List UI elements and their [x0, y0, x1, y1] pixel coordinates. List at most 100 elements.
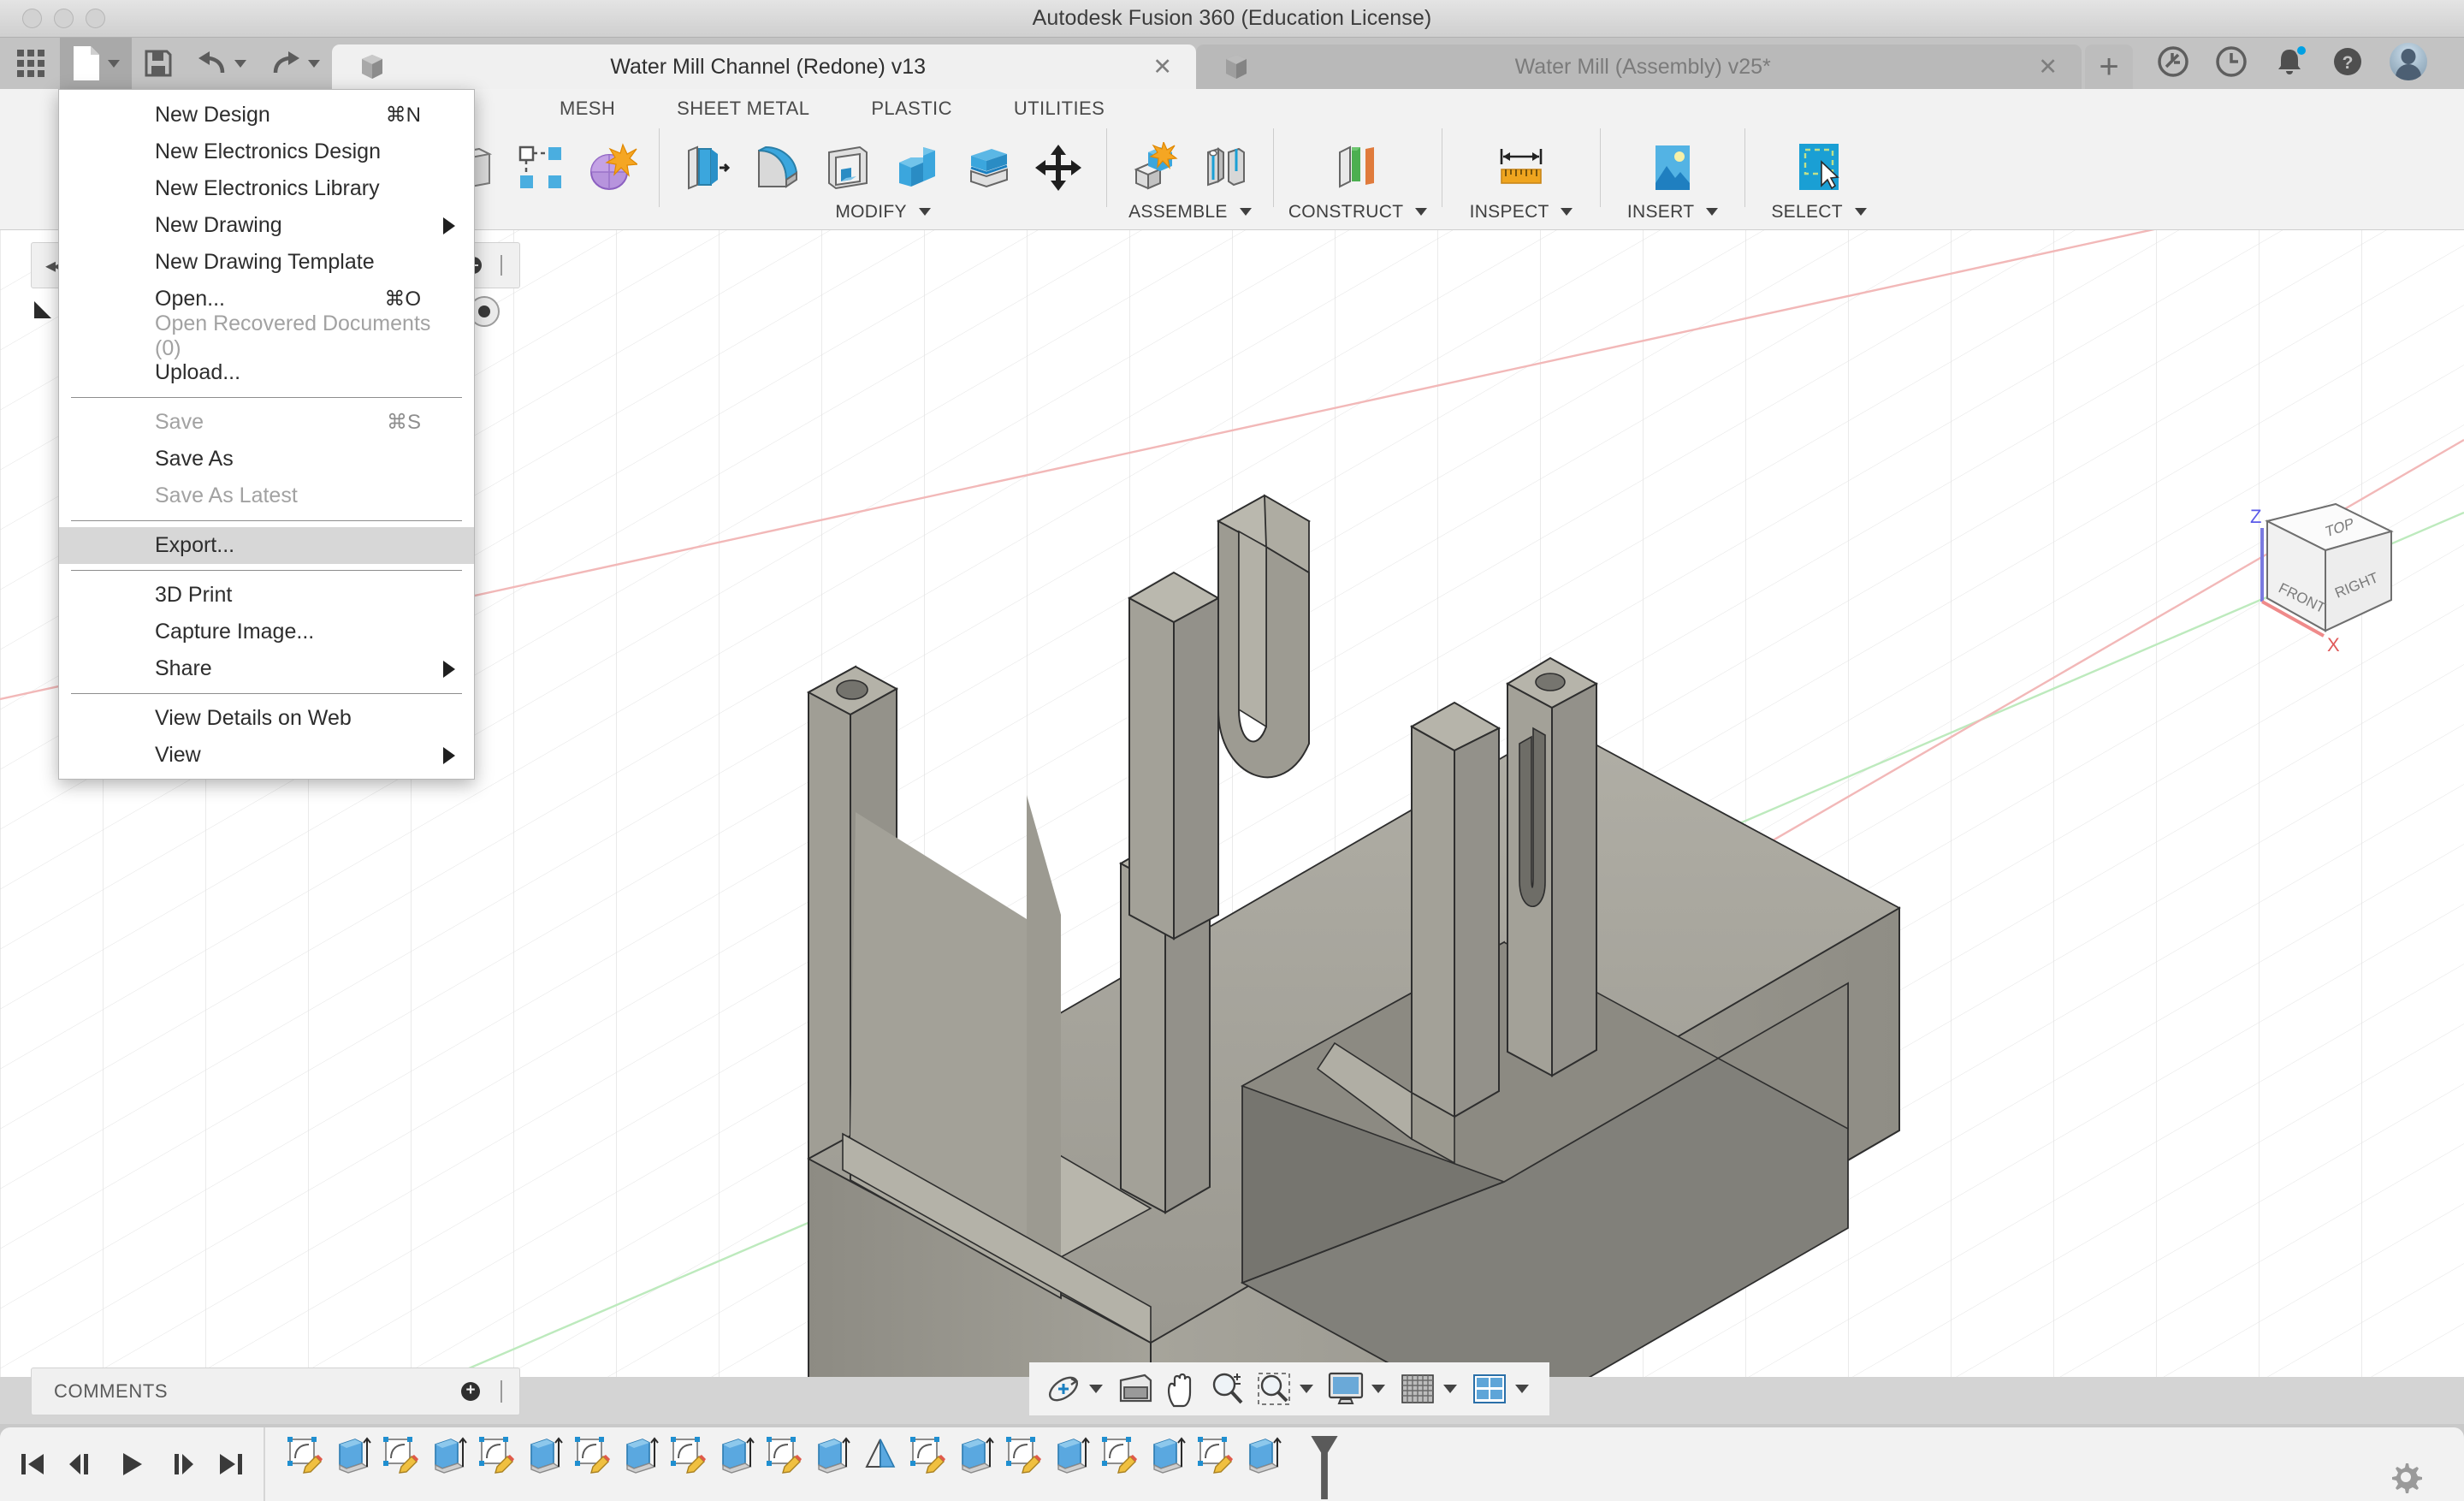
menu-item-share[interactable]: Share	[59, 650, 474, 687]
timeline-feature-sketch[interactable]	[281, 1427, 329, 1501]
timeline-feature-sketch[interactable]	[472, 1427, 520, 1501]
help-icon[interactable]: ?	[2331, 45, 2364, 78]
timeline-feature-sketch[interactable]	[664, 1427, 712, 1501]
insert-image-icon[interactable]	[1640, 134, 1705, 201]
zoom-window-icon[interactable]	[1252, 1367, 1296, 1411]
menu-item-new-drawing-template[interactable]: New Drawing Template	[59, 244, 474, 281]
step-back-icon[interactable]	[62, 1444, 103, 1485]
undo-button[interactable]	[185, 38, 258, 89]
display-dropdown-icon[interactable]	[1371, 1385, 1385, 1393]
comments-panel[interactable]: COMMENTS +	[31, 1368, 520, 1415]
timeline-feature-extrude[interactable]	[329, 1427, 376, 1501]
orbit-icon[interactable]	[1041, 1367, 1086, 1411]
menu-item-save-as[interactable]: Save As	[59, 441, 474, 478]
unfold-icon[interactable]	[745, 134, 810, 201]
notifications-icon[interactable]	[2273, 44, 2307, 78]
display-settings-icon[interactable]	[1324, 1367, 1368, 1411]
shell-icon[interactable]	[815, 134, 880, 201]
inspect-group-label[interactable]: INSPECT	[1446, 202, 1596, 222]
user-avatar[interactable]	[2390, 43, 2427, 80]
comments-resize-handle[interactable]	[500, 1380, 502, 1403]
save-button[interactable]	[132, 38, 185, 89]
viewports-dropdown-icon[interactable]	[1515, 1385, 1529, 1393]
measure-icon[interactable]	[1489, 134, 1554, 201]
new-file-button[interactable]	[60, 38, 132, 89]
grid-dropdown-icon[interactable]	[1443, 1385, 1457, 1393]
menu-item-export[interactable]: Export...	[59, 527, 474, 564]
jump-start-icon[interactable]	[12, 1444, 53, 1485]
timeline-feature-extrude[interactable]	[616, 1427, 664, 1501]
menu-item-view[interactable]: View	[59, 737, 474, 774]
tab-sheet-metal[interactable]: SHEET METAL	[646, 98, 840, 120]
new-tab-button[interactable]: +	[2085, 44, 2133, 89]
jump-end-icon[interactable]	[210, 1444, 252, 1485]
zoom-dropdown-icon[interactable]	[1300, 1385, 1313, 1393]
timeline-feature-extrude[interactable]	[951, 1427, 999, 1501]
offset-face-icon[interactable]	[956, 134, 1021, 201]
file-dropdown-menu[interactable]: New Design ⌘N New Electronics Design New…	[58, 89, 475, 780]
extensions-icon[interactable]	[2157, 45, 2189, 78]
view-cube[interactable]: TOP FRONT RIGHT Z X	[2224, 487, 2430, 675]
timeline-feature-sketch[interactable]	[903, 1427, 951, 1501]
tab-mesh[interactable]: MESH	[529, 98, 646, 120]
timeline-feature-extrude[interactable]	[712, 1427, 760, 1501]
select-window-icon[interactable]	[1786, 134, 1851, 201]
redo-button[interactable]	[258, 38, 332, 89]
tab-plastic[interactable]: PLASTIC	[840, 98, 983, 120]
timeline-feature-extrude[interactable]	[424, 1427, 472, 1501]
joint-icon[interactable]	[1193, 134, 1258, 201]
timeline-feature-sketch[interactable]	[1191, 1427, 1239, 1501]
insert-group-label[interactable]: INSERT	[1604, 202, 1741, 222]
play-icon[interactable]	[111, 1444, 152, 1485]
step-forward-icon[interactable]	[161, 1444, 202, 1485]
close-tab-button[interactable]: ✕	[1152, 55, 1172, 79]
timeline-feature-sketch[interactable]	[760, 1427, 808, 1501]
timeline-feature-sketch[interactable]	[1095, 1427, 1143, 1501]
offset-plane-icon[interactable]	[1325, 134, 1390, 201]
menu-item-new-electronics-library[interactable]: New Electronics Library	[59, 170, 474, 207]
recent-icon[interactable]	[2215, 45, 2248, 78]
menu-item-capture-image[interactable]: Capture Image...	[59, 614, 474, 650]
tab-utilities[interactable]: UTILITIES	[983, 98, 1135, 120]
timeline-feature-sketch[interactable]	[376, 1427, 424, 1501]
close-tab-button[interactable]: ✕	[2038, 55, 2058, 79]
menu-item-3d-print[interactable]: 3D Print	[59, 577, 474, 614]
grid-snap-icon[interactable]	[1395, 1367, 1440, 1411]
timeline-feature-extrude[interactable]	[808, 1427, 856, 1501]
orbit-dropdown-icon[interactable]	[1089, 1385, 1103, 1393]
zoom-icon[interactable]	[1205, 1367, 1250, 1411]
timeline-feature-sketch[interactable]	[568, 1427, 616, 1501]
timeline-feature-extrude[interactable]	[1047, 1427, 1095, 1501]
pattern-icon[interactable]	[508, 134, 573, 201]
form-icon[interactable]	[578, 134, 643, 201]
look-at-icon[interactable]	[1113, 1367, 1158, 1411]
viewports-icon[interactable]	[1467, 1367, 1512, 1411]
modify-group-label[interactable]: MODIFY	[663, 202, 1103, 222]
new-component-icon[interactable]	[1122, 134, 1188, 201]
document-tab-active[interactable]: Water Mill Channel (Redone) v13 ✕	[332, 44, 1196, 89]
end-of-timeline-marker[interactable]	[1300, 1427, 1348, 1501]
construct-group-label[interactable]: CONSTRUCT	[1277, 202, 1438, 222]
menu-item-new-drawing[interactable]: New Drawing	[59, 207, 474, 244]
timeline-feature-sketch[interactable]	[999, 1427, 1047, 1501]
select-group-label[interactable]: SELECT	[1749, 202, 1889, 222]
timeline-feature-extrude[interactable]	[1143, 1427, 1191, 1501]
menu-item-view-details-on-web[interactable]: View Details on Web	[59, 700, 474, 737]
menu-item-new-design[interactable]: New Design ⌘N	[59, 97, 474, 133]
timeline-feature-chamfer[interactable]	[856, 1427, 903, 1501]
move-copy-icon[interactable]	[1026, 134, 1091, 201]
settings-gear-icon[interactable]	[2389, 1460, 2423, 1494]
menu-item-upload[interactable]: Upload...	[59, 354, 474, 391]
add-comment-icon[interactable]: +	[461, 1382, 480, 1401]
combine-icon[interactable]	[886, 134, 951, 201]
app-grid-button[interactable]	[0, 38, 60, 89]
document-tab-inactive[interactable]: Water Mill (Assembly) v25* ✕	[1196, 44, 2082, 89]
browser-expand-triangle[interactable]	[34, 301, 51, 318]
menu-item-new-electronics-design[interactable]: New Electronics Design	[59, 133, 474, 170]
timeline-feature-extrude[interactable]	[1239, 1427, 1287, 1501]
panel-resize-handle[interactable]	[500, 255, 502, 276]
pan-icon[interactable]	[1159, 1367, 1204, 1411]
timeline-feature-extrude[interactable]	[520, 1427, 568, 1501]
flange-icon[interactable]	[675, 134, 740, 201]
assemble-group-label[interactable]: ASSEMBLE	[1111, 202, 1270, 222]
